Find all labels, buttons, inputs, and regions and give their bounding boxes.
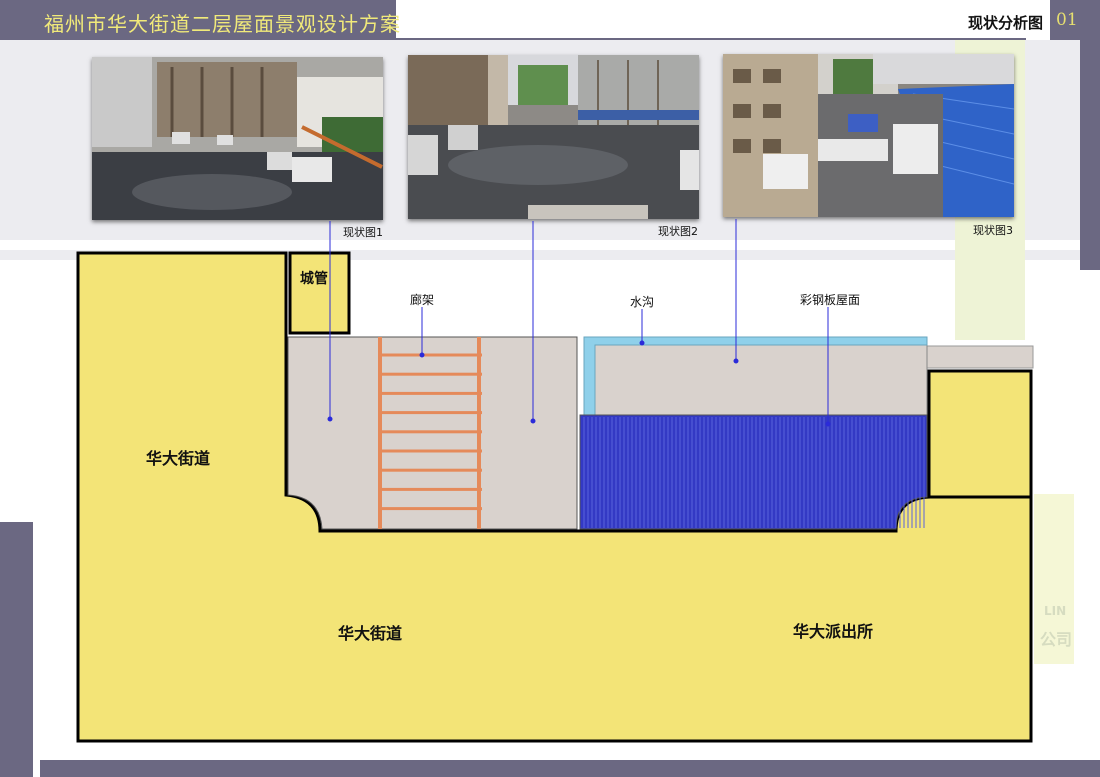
label-gutter: 水沟 <box>630 295 655 309</box>
building-police-block <box>927 369 1033 499</box>
watermark-text-2: 公司 <box>1040 630 1073 649</box>
roof-ledge-right <box>926 345 1034 369</box>
label-bottom-building: 华大街道 <box>338 624 403 643</box>
watermark-text-1: LIN <box>1044 604 1067 618</box>
label-steel-roof: 彩钢板屋面 <box>800 293 861 307</box>
rooftop-upper-right <box>583 336 928 416</box>
chengguan-box <box>288 251 351 335</box>
label-chengguan: 城管 <box>300 271 328 287</box>
label-pergola: 廊架 <box>410 293 435 307</box>
label-left-building: 华大街道 <box>146 449 211 468</box>
label-police-station: 华大派出所 <box>793 622 874 641</box>
site-plan-diagram <box>76 219 1034 743</box>
